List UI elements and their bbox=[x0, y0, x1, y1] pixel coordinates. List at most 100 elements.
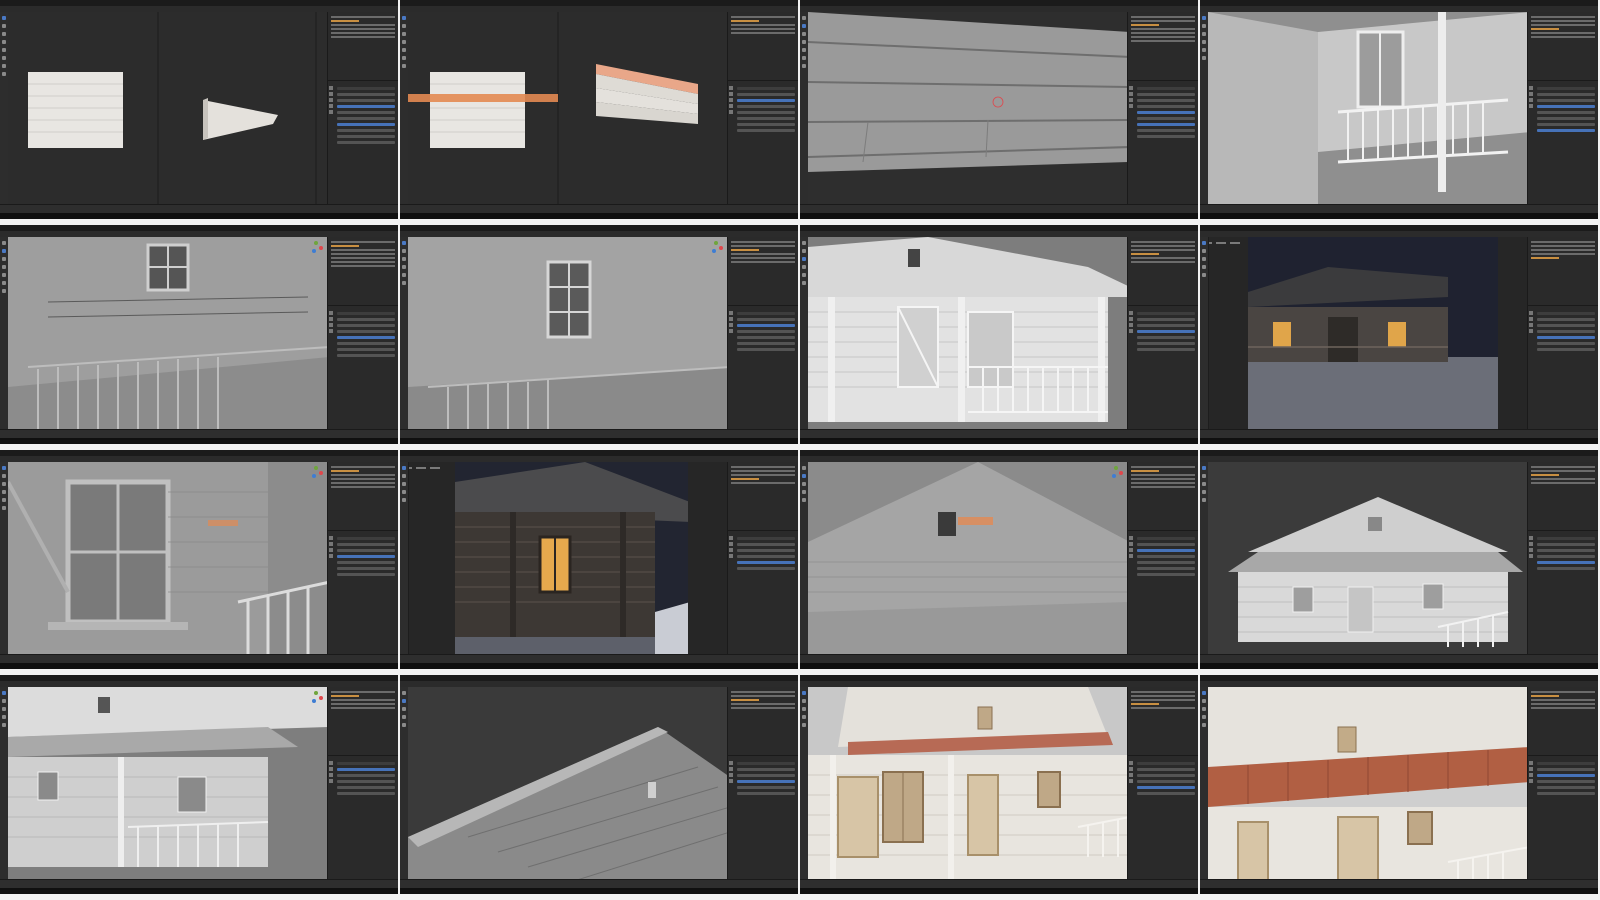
taskbar bbox=[1200, 663, 1598, 669]
taskbar bbox=[800, 663, 1198, 669]
3d-viewport[interactable] bbox=[808, 687, 1128, 880]
3d-viewport[interactable] bbox=[808, 12, 1128, 205]
timeline[interactable] bbox=[400, 429, 798, 438]
properties-panel[interactable] bbox=[1127, 687, 1198, 880]
properties-panel[interactable] bbox=[1527, 237, 1598, 430]
taskbar bbox=[1200, 438, 1598, 444]
outliner[interactable] bbox=[1128, 462, 1198, 531]
taskbar bbox=[400, 213, 798, 219]
3d-viewport[interactable] bbox=[1208, 12, 1528, 205]
frame-window-wall-grey-2 bbox=[400, 225, 800, 450]
toolbar[interactable] bbox=[1200, 237, 1209, 430]
properties-panel[interactable] bbox=[727, 462, 798, 655]
timeline[interactable] bbox=[1200, 879, 1598, 888]
3d-viewport[interactable] bbox=[808, 237, 1128, 430]
timeline[interactable] bbox=[400, 654, 798, 663]
navigation-gizmo[interactable] bbox=[310, 691, 324, 705]
taskbar bbox=[400, 888, 798, 894]
outliner[interactable] bbox=[728, 462, 798, 531]
navigation-gizmo[interactable] bbox=[310, 466, 324, 480]
outliner[interactable] bbox=[1128, 237, 1198, 306]
taskbar bbox=[800, 213, 1198, 219]
outliner[interactable] bbox=[328, 12, 398, 81]
timeline[interactable] bbox=[800, 654, 1198, 663]
3d-viewport[interactable] bbox=[808, 462, 1128, 655]
properties-panel[interactable] bbox=[727, 12, 798, 205]
3d-viewport[interactable] bbox=[408, 237, 728, 430]
navigation-gizmo[interactable] bbox=[710, 241, 724, 255]
3d-viewport[interactable] bbox=[408, 687, 728, 880]
taskbar bbox=[0, 888, 398, 894]
properties-panel[interactable] bbox=[727, 687, 798, 880]
properties-panel[interactable] bbox=[727, 237, 798, 430]
properties-panel[interactable] bbox=[1127, 462, 1198, 655]
3d-viewport[interactable] bbox=[408, 12, 728, 205]
render-view[interactable] bbox=[1248, 237, 1498, 430]
outliner[interactable] bbox=[1528, 12, 1598, 81]
outliner[interactable] bbox=[728, 687, 798, 756]
frame-roof-edge-dark bbox=[400, 675, 800, 900]
frame-house-exterior-white bbox=[1200, 450, 1600, 675]
frame-gable-wall-grey bbox=[800, 450, 1200, 675]
3d-viewport[interactable] bbox=[8, 12, 328, 205]
timeline[interactable] bbox=[1200, 429, 1598, 438]
properties-panel[interactable] bbox=[1527, 687, 1598, 880]
timeline[interactable] bbox=[0, 879, 398, 888]
frame-porch-corner bbox=[1200, 0, 1600, 225]
outliner[interactable] bbox=[328, 462, 398, 531]
3d-viewport[interactable] bbox=[8, 462, 328, 655]
timeline[interactable] bbox=[400, 204, 798, 213]
3d-viewport[interactable] bbox=[8, 687, 328, 880]
frame-rusted-roof bbox=[1200, 675, 1600, 900]
tutorial-screenshot-grid bbox=[0, 0, 1600, 900]
outliner[interactable] bbox=[1128, 12, 1198, 81]
properties-panel[interactable] bbox=[327, 687, 398, 880]
navigation-gizmo[interactable] bbox=[310, 241, 324, 255]
frame-siding-closeup bbox=[800, 0, 1200, 225]
taskbar bbox=[400, 438, 798, 444]
outliner[interactable] bbox=[728, 237, 798, 306]
outliner[interactable] bbox=[328, 237, 398, 306]
frame-plank-split bbox=[0, 0, 400, 225]
timeline[interactable] bbox=[1200, 204, 1598, 213]
taskbar bbox=[1200, 213, 1598, 219]
properties-panel[interactable] bbox=[1527, 12, 1598, 205]
taskbar bbox=[1200, 888, 1598, 894]
frame-house-front-white bbox=[800, 225, 1200, 450]
toolbar[interactable] bbox=[400, 462, 409, 655]
3d-viewport[interactable] bbox=[1208, 687, 1528, 880]
timeline[interactable] bbox=[800, 429, 1198, 438]
properties-panel[interactable] bbox=[1127, 237, 1198, 430]
timeline[interactable] bbox=[800, 879, 1198, 888]
timeline[interactable] bbox=[0, 204, 398, 213]
properties-panel[interactable] bbox=[327, 237, 398, 430]
properties-panel[interactable] bbox=[327, 462, 398, 655]
timeline[interactable] bbox=[800, 204, 1198, 213]
3d-viewport[interactable] bbox=[8, 237, 328, 430]
outliner[interactable] bbox=[1128, 687, 1198, 756]
outliner[interactable] bbox=[1528, 462, 1598, 531]
taskbar bbox=[0, 663, 398, 669]
frame-textured-wall bbox=[800, 675, 1200, 900]
outliner[interactable] bbox=[1528, 687, 1598, 756]
taskbar bbox=[400, 663, 798, 669]
timeline[interactable] bbox=[400, 879, 798, 888]
properties-panel[interactable] bbox=[1527, 462, 1598, 655]
navigation-gizmo[interactable] bbox=[1110, 466, 1124, 480]
taskbar bbox=[0, 213, 398, 219]
render-view[interactable] bbox=[455, 462, 688, 655]
3d-viewport[interactable] bbox=[1208, 462, 1528, 655]
outliner[interactable] bbox=[728, 12, 798, 81]
taskbar bbox=[0, 438, 398, 444]
properties-panel[interactable] bbox=[1127, 12, 1198, 205]
frame-window-wall-grey bbox=[0, 225, 400, 450]
properties-panel[interactable] bbox=[327, 12, 398, 205]
timeline[interactable] bbox=[1200, 654, 1598, 663]
timeline[interactable] bbox=[0, 429, 398, 438]
outliner[interactable] bbox=[1528, 237, 1598, 306]
timeline[interactable] bbox=[0, 654, 398, 663]
frame-porch-roof-angle bbox=[0, 675, 400, 900]
frame-plank-selected bbox=[400, 0, 800, 225]
outliner[interactable] bbox=[328, 687, 398, 756]
frame-window-closeup bbox=[0, 450, 400, 675]
